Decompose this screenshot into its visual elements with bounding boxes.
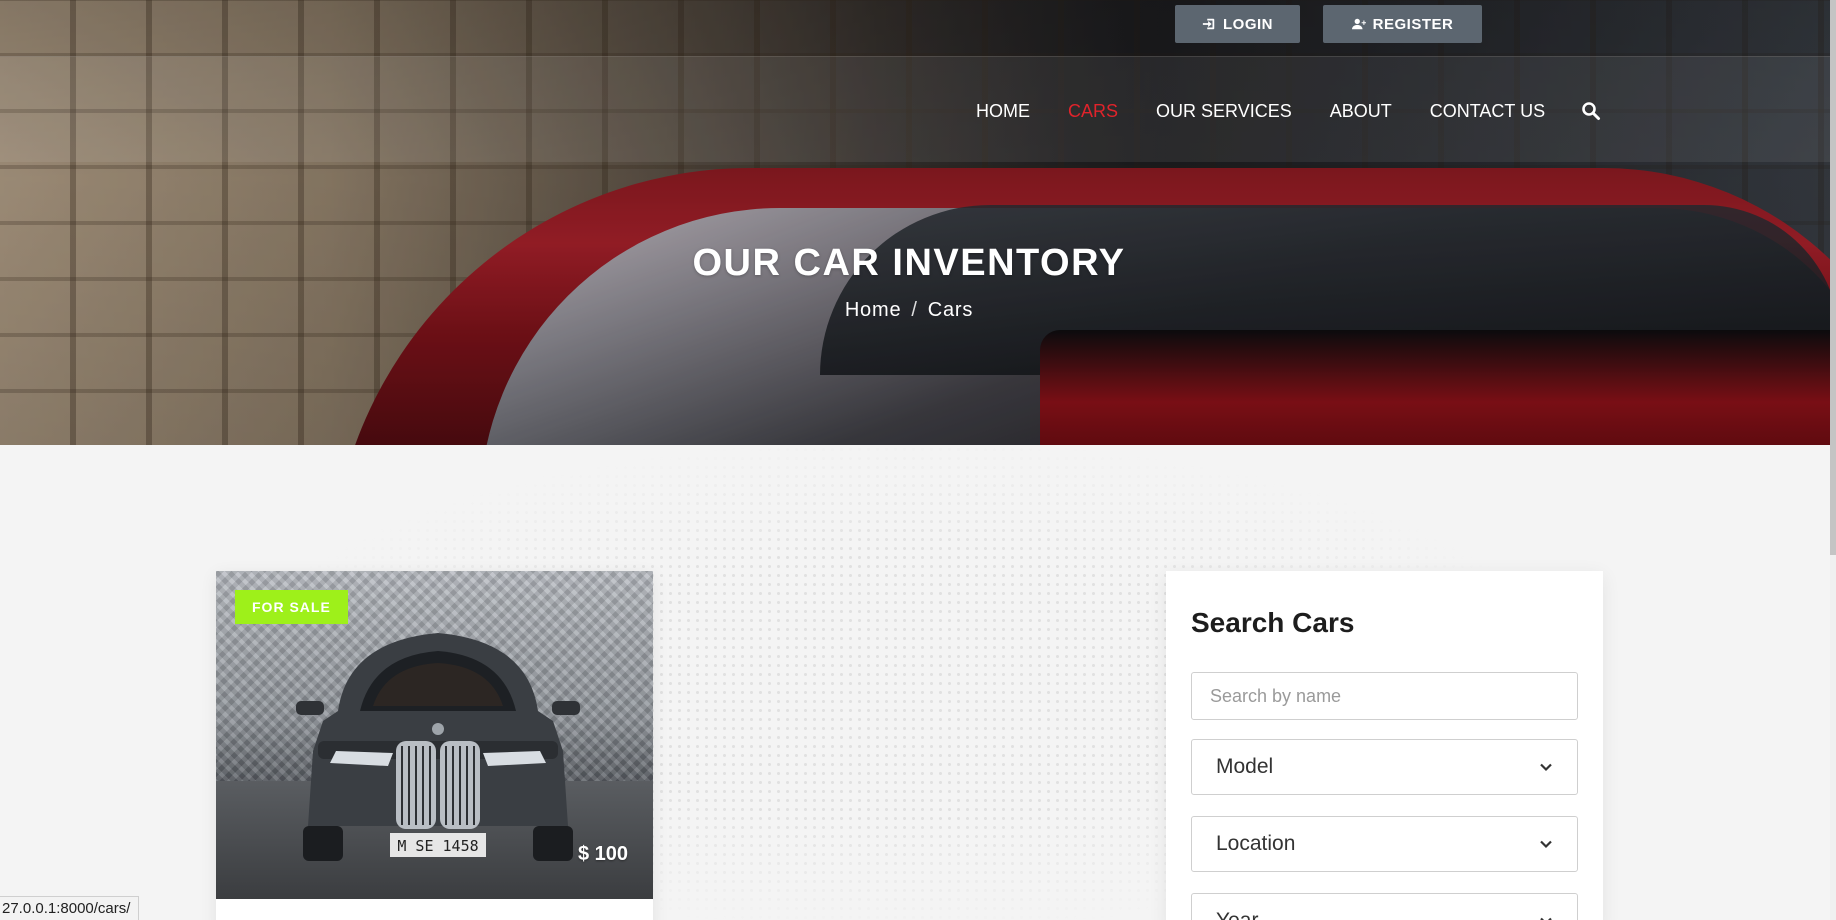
model-select[interactable]: Model <box>1191 739 1578 795</box>
status-bar-url: 27.0.0.1:8000/cars/ <box>0 896 140 920</box>
location-select-label: Location <box>1216 832 1296 855</box>
sign-in-icon <box>1202 18 1215 30</box>
user-plus-icon <box>1351 18 1366 30</box>
hero-banner: LOGIN REGISTER HOME CARS OUR SERVICES AB… <box>0 0 1830 445</box>
nav-contact-us[interactable]: CONTACT US <box>1430 101 1545 122</box>
page-title: OUR CAR INVENTORY <box>692 242 1126 284</box>
nav-our-services[interactable]: OUR SERVICES <box>1156 101 1292 122</box>
year-select-label: Year <box>1216 909 1258 920</box>
chevron-down-icon <box>1540 840 1552 849</box>
chevron-down-icon <box>1540 763 1552 772</box>
nav-cars[interactable]: CARS <box>1068 101 1118 122</box>
search-by-name-input[interactable] <box>1191 672 1578 720</box>
breadcrumb-home[interactable]: Home <box>845 299 902 321</box>
search-cars-panel: Search Cars Model Location Year <box>1166 571 1603 920</box>
breadcrumb-current: Cars <box>927 299 974 321</box>
register-button[interactable]: REGISTER <box>1323 5 1482 43</box>
scrollbar-thumb[interactable] <box>1830 0 1836 555</box>
register-label: REGISTER <box>1372 15 1454 33</box>
nav-about[interactable]: ABOUT <box>1330 101 1392 122</box>
search-cars-title: Search Cars <box>1191 607 1355 638</box>
search-icon[interactable] <box>1581 101 1601 121</box>
main-nav: HOME CARS OUR SERVICES ABOUT CONTACT US <box>976 96 1601 126</box>
bmw-car-illustration: M SE 1458 <box>296 633 580 861</box>
for-sale-badge: FOR SALE <box>235 590 348 624</box>
model-select-label: Model <box>1216 755 1274 778</box>
car-image[interactable]: M SE 1458 FOR SALE $ 100 <box>216 571 653 899</box>
location-select[interactable]: Location <box>1191 816 1578 872</box>
car-price: $ 100 <box>577 843 628 865</box>
login-label: LOGIN <box>1223 15 1273 33</box>
login-button[interactable]: LOGIN <box>1175 5 1300 43</box>
license-plate: M SE 1458 <box>397 837 478 855</box>
breadcrumb-separator: / <box>911 299 918 321</box>
nav-home[interactable]: HOME <box>976 101 1030 122</box>
breadcrumb: Home / Cars <box>0 299 1818 322</box>
car-card[interactable]: M SE 1458 FOR SALE $ 100 <box>216 571 653 920</box>
page-scrollbar[interactable] <box>1830 0 1836 920</box>
year-select[interactable]: Year <box>1191 893 1578 920</box>
chevron-down-icon <box>1540 917 1552 920</box>
